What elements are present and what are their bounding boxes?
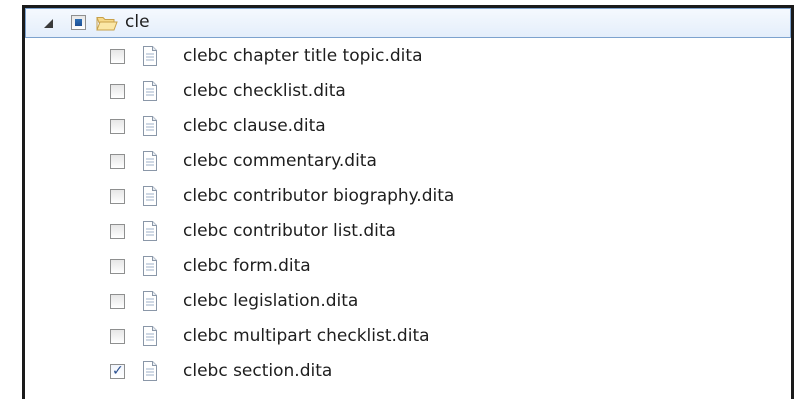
item-label: clebc chapter title topic.dita <box>183 46 423 66</box>
item-checkbox[interactable] <box>110 294 125 309</box>
tree-item-2[interactable]: clebc checklist.dita <box>25 73 791 108</box>
item-checkbox[interactable] <box>110 119 125 134</box>
item-label: clebc legislation.dita <box>183 291 359 311</box>
folder-label: cle <box>125 12 150 32</box>
document-icon <box>143 291 157 311</box>
tree-item-6[interactable]: clebc contributor list.dita <box>25 213 791 248</box>
document-icon <box>143 326 157 346</box>
tree-item-4[interactable]: clebc commentary.dita <box>25 143 791 178</box>
item-label: clebc commentary.dita <box>183 151 377 171</box>
tree-item-9[interactable]: clebc multipart checklist.dita <box>25 318 791 353</box>
tree-item-1[interactable]: clebc chapter title topic.dita <box>25 38 791 73</box>
item-checkbox[interactable] <box>110 189 125 204</box>
item-checkbox[interactable] <box>110 84 125 99</box>
file-tree-viewport: cle clebc chapter title topic.dita clebc… <box>0 0 800 404</box>
tree-item-8[interactable]: clebc legislation.dita <box>25 283 791 318</box>
item-label: clebc contributor list.dita <box>183 221 396 241</box>
collapse-arrow-icon[interactable] <box>42 17 56 31</box>
item-label: clebc contributor biography.dita <box>183 186 455 206</box>
checkmark-icon: ✓ <box>112 363 124 379</box>
tree-item-5[interactable]: clebc contributor biography.dita <box>25 178 791 213</box>
item-label: clebc clause.dita <box>183 116 326 136</box>
tree-node-cle[interactable]: cle <box>25 8 791 38</box>
document-icon <box>143 361 157 381</box>
document-icon <box>143 81 157 101</box>
tree-children: clebc chapter title topic.dita clebc che… <box>25 38 791 388</box>
document-icon <box>143 221 157 241</box>
folder-checkbox[interactable] <box>71 15 86 30</box>
item-label: clebc section.dita <box>183 361 333 381</box>
open-folder-icon <box>96 17 118 31</box>
item-checkbox[interactable] <box>110 224 125 239</box>
document-icon <box>143 116 157 136</box>
item-checkbox[interactable] <box>110 154 125 169</box>
document-icon <box>143 46 157 66</box>
item-label: clebc multipart checklist.dita <box>183 326 430 346</box>
document-icon <box>143 186 157 206</box>
file-tree: cle clebc chapter title topic.dita clebc… <box>25 8 791 388</box>
item-checkbox-checked[interactable]: ✓ <box>110 363 125 379</box>
item-checkbox[interactable] <box>110 259 125 274</box>
tree-item-10[interactable]: ✓ clebc section.dita <box>25 353 791 388</box>
item-label: clebc form.dita <box>183 256 311 276</box>
tree-item-3[interactable]: clebc clause.dita <box>25 108 791 143</box>
tree-item-7[interactable]: clebc form.dita <box>25 248 791 283</box>
item-checkbox[interactable] <box>110 329 125 344</box>
file-tree-panel: cle clebc chapter title topic.dita clebc… <box>22 5 794 399</box>
item-label: clebc checklist.dita <box>183 81 346 101</box>
document-icon <box>143 151 157 171</box>
document-icon <box>143 256 157 276</box>
item-checkbox[interactable] <box>110 49 125 64</box>
